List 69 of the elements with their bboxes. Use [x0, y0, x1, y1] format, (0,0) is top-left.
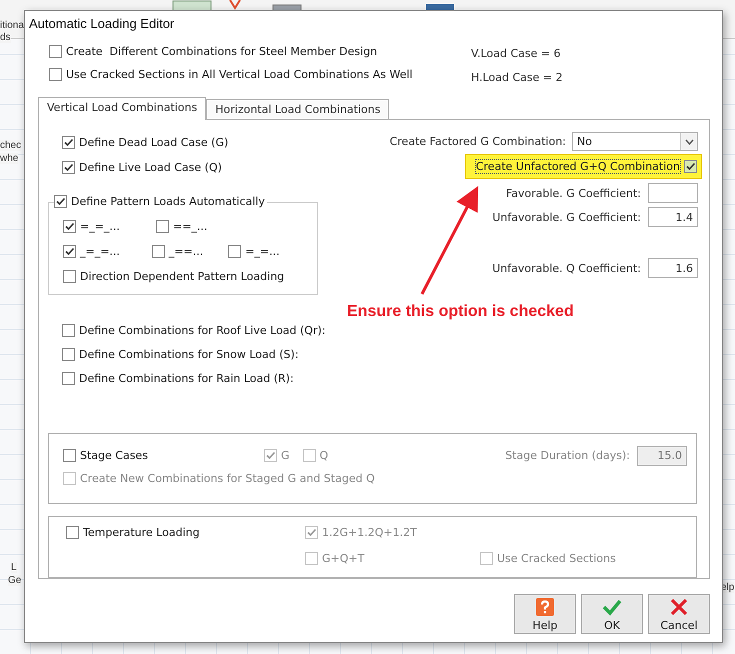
checkbox[interactable]: [49, 45, 62, 58]
checkbox-label: _==...: [168, 245, 204, 258]
checkbox[interactable]: [63, 449, 76, 462]
checkbox-label: =_=...: [245, 245, 280, 258]
dropdown[interactable]: No: [572, 132, 698, 151]
load-case-count: H.Load Case = 2: [471, 71, 563, 84]
field-label: Favorable. G Coefficient:: [506, 186, 641, 200]
input-field[interactable]: [648, 183, 698, 203]
checkbox-label: Temperature Loading: [83, 526, 200, 540]
ribbon-icon: [425, 2, 455, 12]
checkbox-label: Create New Combinations for Staged G and Staged Q: [80, 472, 375, 485]
checkbox-label: =_=_...: [80, 220, 120, 233]
checkbox-label: Define Pattern Loads Automatically: [71, 195, 265, 208]
checkbox[interactable]: [62, 136, 75, 149]
load-case-count: V.Load Case = 6: [471, 47, 562, 60]
checkbox[interactable]: [66, 526, 79, 540]
checkbox[interactable]: [156, 220, 169, 233]
checkbox[interactable]: [63, 270, 76, 283]
checkbox-label: Define Combinations for Roof Live Load (Qr):: [79, 324, 326, 337]
checkbox[interactable]: [62, 348, 75, 361]
background-text: itiona: [0, 20, 24, 31]
tab[interactable]: Vertical Load Combinations: [38, 97, 206, 120]
ribbon-icon: [228, 0, 242, 10]
checkbox-label: G: [281, 449, 290, 462]
checkbox-label: 1.2G+1.2Q+1.2T: [322, 526, 417, 540]
checkbox-label: Create Different Combinations for Steel Member Design: [66, 45, 378, 58]
input-field[interactable]: 1.6: [648, 258, 698, 278]
checkbox[interactable]: [63, 220, 76, 233]
checkbox-label: Q: [320, 449, 328, 462]
checkbox[interactable]: [684, 160, 697, 173]
help-button[interactable]: Help: [514, 594, 576, 634]
field-label: Unfavorable. Q Coefficient:: [492, 262, 641, 274]
checkbox-label: Use Cracked Sections: [497, 552, 616, 566]
checkbox-label: Define Combinations for Rain Load (R):: [79, 372, 294, 385]
checkbox-label: ==_...: [173, 220, 208, 233]
checkbox-label: Define Combinations for Snow Load (S):: [79, 348, 299, 361]
checkbox-label: Create Unfactored G+Q Combination: [476, 160, 680, 173]
field-label: Stage Duration (days):: [505, 449, 630, 462]
cancel-button[interactable]: Cancel: [648, 594, 710, 634]
background-text: chec: [0, 140, 22, 151]
checkbox[interactable]: [152, 245, 165, 258]
checkbox[interactable]: [49, 68, 62, 81]
checkbox-label: Define Live Load Case (Q): [79, 161, 222, 174]
close-icon: [669, 596, 689, 616]
checkbox-label: Direction Dependent Pattern Loading: [80, 270, 284, 283]
checkbox-label: Define Dead Load Case (G): [79, 136, 228, 149]
background-text: whe: [0, 153, 18, 164]
checkbox-label: _=_=...: [80, 245, 120, 258]
background-text: ds: [0, 32, 11, 43]
checkbox-label: Stage Cases: [80, 449, 148, 462]
checkbox[interactable]: [63, 245, 76, 258]
help-icon: [535, 596, 555, 616]
background-text: Ge: [8, 575, 22, 586]
checkbox[interactable]: [54, 195, 67, 208]
ok-button[interactable]: OK: [581, 594, 643, 634]
window-title: Automatic Loading Editor: [29, 16, 174, 31]
background-text: L: [11, 562, 17, 573]
checkbox[interactable]: [228, 245, 242, 258]
input-field[interactable]: 1.4: [648, 207, 698, 227]
tab[interactable]: Horizontal Load Combinations: [206, 99, 390, 119]
annotation-text: Ensure this option is checked: [347, 303, 574, 321]
chevron-down-icon: [684, 138, 694, 144]
field-label: Create Factored G Combination:: [390, 135, 566, 148]
checkbox-label: Use Cracked Sections in All Vertical Load Combinations As Well: [66, 68, 413, 81]
checkbox[interactable]: [62, 372, 75, 385]
checkbox[interactable]: [62, 161, 75, 174]
checkbox-label: G+Q+T: [322, 552, 364, 566]
field-label: Unfavorable. G Coefficient:: [492, 210, 641, 224]
checkbox[interactable]: [62, 324, 75, 337]
